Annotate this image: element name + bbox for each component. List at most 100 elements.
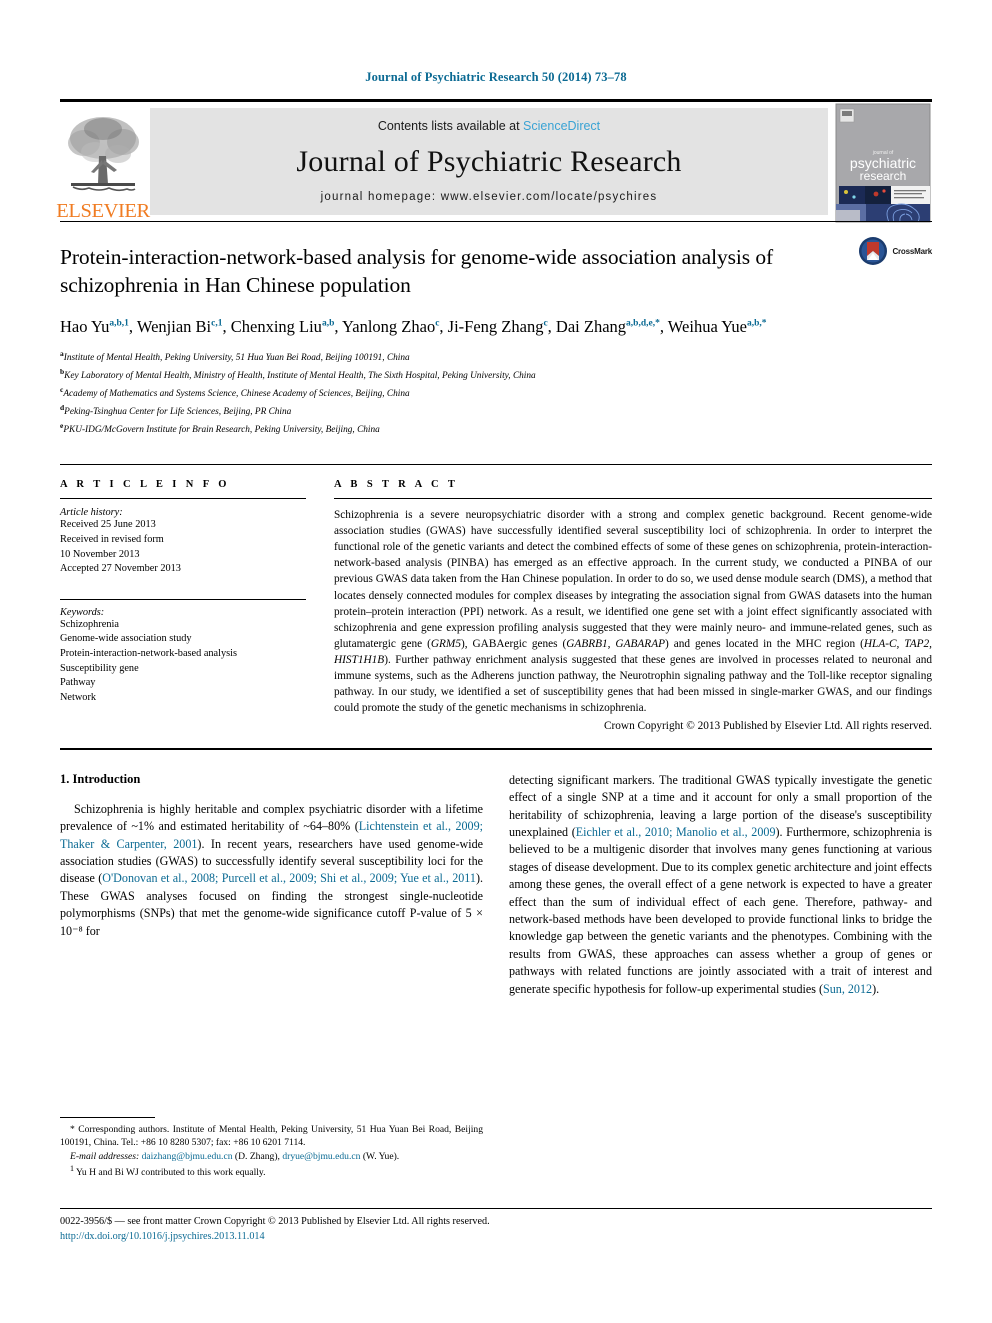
elsevier-tree-icon [68,116,139,191]
abstract-bottom-rule [60,747,932,750]
keywords-rule [60,598,306,600]
affiliation-text: Peking-Tsinghua Center for Life Sciences… [64,407,292,418]
info-abstract-region: A R T I C L E I N F O Article history: R… [60,464,932,732]
abstract-column: A B S T R A C T Schizophrenia is a sever… [334,479,932,732]
abstract-text-run: ). Further pathway enrichment analysis s… [334,653,932,714]
author-affiliation-marker: a,b,d,e,* [626,318,660,329]
abstract-text: Schizophrenia is a severe neuropsychiatr… [334,507,932,715]
author-affiliation-marker: c [435,318,440,329]
body-column-right: detecting significant markers. The tradi… [509,772,932,998]
author-affiliation-marker: c [543,318,548,329]
author-affiliation-marker: a,b,1 [109,318,129,329]
author-name: Dai Zhang [555,316,627,336]
crossmark-badge[interactable]: CrossMark [858,236,932,266]
contents-available-line: Contents lists available at ScienceDirec… [378,119,600,133]
keyword-item: Schizophrenia [60,618,119,630]
citation-link[interactable]: Sun, 2012 [823,982,872,996]
article-history-item: Accepted 27 November 2013 [60,563,181,575]
journal-masthead: ELSEVIER Contents lists available at Sci… [56,99,932,223]
email-link-zhang[interactable]: daizhang@bjmu.edu.cn [142,1151,233,1162]
author-name: Yanlong Zhao [342,316,436,336]
abstract-text-run: ), GABAergic genes ( [461,637,567,650]
affiliation-item: aInstitute of Mental Health, Peking Univ… [60,348,932,366]
article-history-lines: Received 25 June 2013 Received in revised… [60,518,306,576]
journal-title: Journal of Psychiatric Research [296,145,682,178]
body-text-run: ). Furthermore, schizophrenia is believe… [509,824,933,996]
page-footer: 0022-3956/$ — see front matter Crown Cop… [60,1208,932,1245]
keywords-block: Keywords: Schizophrenia Genome-wide assoc… [60,598,306,706]
citation-link[interactable]: O'Donovan et al., 2008; Purcell et al., … [102,871,476,885]
citation-link[interactable]: Eichler et al., 2010; Manolio et al., 20… [576,825,776,839]
body-text-run: ). [872,981,880,996]
article-history-item: Received in revised form [60,533,164,545]
abstract-gene-name: GABRB1, GABARAP [566,637,665,650]
journal-homepage-link[interactable]: journal homepage: www.elsevier.com/locat… [321,191,658,203]
email-owner-yue: (W. Yue). [362,1150,400,1162]
issn-copyright-line: 0022-3956/$ — see front matter Crown Cop… [60,1216,490,1227]
contents-prefix: Contents lists available at [377,119,524,133]
footnote-equal-contribution: 1 Yu H and Bi WJ contributed to this wor… [60,1163,483,1180]
author-affiliation-marker: c,1 [211,318,223,329]
email-owner-zhang: (D. Zhang) [234,1150,278,1162]
author-name: Weihua Yue [667,316,747,336]
article-info-column: A R T I C L E I N F O Article history: R… [60,479,306,731]
author-name: Wenjian Bi [136,316,212,336]
article-history-item: 10 November 2013 [60,548,140,560]
keyword-item: Susceptibility gene [60,662,139,674]
title-block: CrossMark Protein-interaction-network-ba… [60,221,932,438]
footnote-emails: E-mail addresses: daizhang@bjmu.edu.cn (… [70,1150,400,1162]
keyword-item: Genome-wide association study [60,633,192,645]
affiliation-item: cAcademy of Mathematics and Systems Scie… [60,384,932,402]
affiliation-item: bKey Laboratory of Mental Health, Minist… [60,366,932,384]
intro-paragraph-right: detecting significant markers. The tradi… [509,772,932,998]
keyword-item: Network [60,691,97,703]
keyword-item: Pathway [60,677,96,689]
section-heading-introduction: 1. Introduction [60,771,141,786]
affiliation-text: PKU-IDG/McGovern Institute for Brain Res… [63,425,380,436]
abstract-text-run: ) and genes located in the MHC region ( [665,637,864,650]
journal-cover-thumbnail[interactable]: journal of psychiatric research [834,102,932,223]
intro-paragraph-left: Schizophrenia is highly heritable and co… [60,801,483,940]
footnote-corresponding-text: * Corresponding authors. Institute of Me… [60,1124,483,1149]
body-column-left: 1. Introduction Schizophrenia is highly … [60,772,483,998]
abstract-heading: A B S T R A C T [334,479,459,491]
article-history-item: Received 25 June 2013 [60,519,156,531]
author-list: Hao Yua,b,1, Wenjian Bic,1, Chenxing Liu… [60,316,767,336]
abstract-gene-name: GRM5 [430,637,461,650]
journal-cover-image: journal of psychiatric research [835,103,931,223]
article-info-heading: A R T I C L E I N F O [60,479,230,491]
footnote-corresponding: * Corresponding authors. Institute of Me… [60,1123,483,1150]
affiliation-text: Academy of Mathematics and Systems Scien… [63,389,410,400]
footnote-equal-contribution-text: Yu H and Bi WJ contributed to this work … [76,1167,266,1179]
article-info-rule [60,498,306,500]
footnote-rule [60,1117,155,1118]
keyword-item: Protein-interaction-network-based analys… [60,648,237,659]
affiliation-list: aInstitute of Mental Health, Peking Univ… [60,348,932,439]
abstract-text-run: Schizophrenia is a severe neuropsychiatr… [334,509,932,650]
email-label: E-mail addresses: [70,1150,140,1162]
affiliation-item: ePKU-IDG/McGovern Institute for Brain Re… [60,420,932,438]
doi-link[interactable]: http://dx.doi.org/10.1016/j.jpsychires.2… [60,1230,932,1245]
author-name: Hao Yu [60,316,110,336]
sciencedirect-link[interactable]: ScienceDirect [523,119,600,133]
crossmark-icon [859,237,888,265]
affiliation-item: dPeking-Tsinghua Center for Life Science… [60,402,932,420]
article-history-label: Article history: [60,507,123,519]
svg-text:research: research [860,169,907,183]
crossmark-label: CrossMark [892,246,932,256]
article-page: Journal of Psychiatric Research 50 (2014… [0,0,992,1323]
keywords-label: Keywords: [60,606,105,618]
abstract-copyright: Crown Copyright © 2013 Published by Else… [603,719,932,732]
journal-banner: Contents lists available at ScienceDirec… [150,108,828,215]
author-affiliation-marker: a,b,* [746,318,767,329]
running-head: Journal of Psychiatric Research 50 (2014… [365,70,627,84]
author-affiliation-marker: a,b [321,318,335,329]
footnote-marker-1: 1 [70,1164,74,1174]
email-link-yue[interactable]: dryue@bjmu.edu.cn [282,1151,360,1162]
abstract-rule [334,498,932,500]
elsevier-wordmark: ELSEVIER [56,199,150,222]
author-name: Ji-Feng Zhang [447,316,544,336]
affiliation-text: Key Laboratory of Mental Health, Ministr… [64,370,536,381]
affiliation-text: Institute of Mental Health, Peking Unive… [63,352,410,363]
page-title: Protein-interaction-network-based analys… [60,245,774,297]
